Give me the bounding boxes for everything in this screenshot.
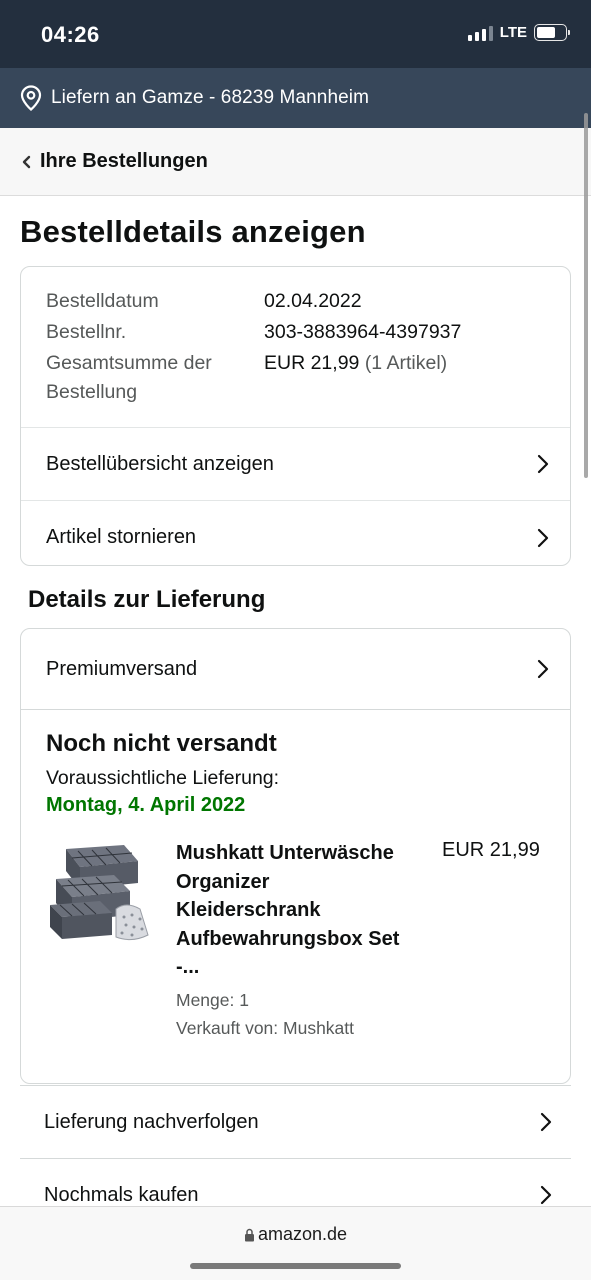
track-delivery-label: Lieferung nachverfolgen [44,1110,259,1133]
order-info-card: Bestelldatum 02.04.2022 Bestellnr. 303-3… [20,266,571,566]
order-total-value: EUR 21,99 [264,352,360,374]
chevron-left-icon [22,155,31,168]
delivery-card: Premiumversand Noch nicht versandt Vorau… [20,628,571,1084]
order-item[interactable]: Mushkatt Unterwäsche Organizer Kleidersc… [46,839,545,1043]
back-link-label[interactable]: Ihre Bestellungen [40,150,208,173]
shipping-method-label: Premiumversand [46,657,198,680]
delivery-location-text: Liefern an Gamze - 68239 Mannheim [51,87,370,108]
lock-icon [244,1228,254,1241]
status-time: 04:26 [41,22,100,47]
page-title: Bestelldetails anzeigen [20,214,366,249]
track-delivery-row[interactable]: Lieferung nachverfolgen [20,1085,571,1158]
location-pin-icon [20,85,42,111]
product-image[interactable] [46,839,154,947]
item-quantity: Menge: 1 [176,989,249,1010]
shipment-block: Noch nicht versandt Voraussichtliche Lie… [21,709,570,1043]
buy-again-label: Nochmals kaufen [44,1183,199,1206]
cancel-items-row[interactable]: Artikel stornieren [21,500,570,565]
scrollbar[interactable] [584,113,588,478]
item-price: EUR 21,99 [442,839,540,861]
order-number-label: Bestellnr. [46,321,127,343]
shipment-status: Noch nicht versandt [46,730,277,757]
chevron-right-icon [537,528,549,547]
chevron-right-icon [540,1112,552,1132]
home-indicator[interactable] [190,1263,401,1269]
cellular-signal-icon [467,25,493,41]
cancel-items-label: Artikel stornieren [46,526,197,548]
order-total-label: Gesamtsumme der Bestellung [46,352,212,403]
expected-delivery-label: Voraussichtliche Lieferung: [46,767,280,789]
delivery-location-bar[interactable]: Liefern an Gamze - 68239 Mannheim [0,68,591,128]
order-total: EUR 21,99 (1 Artikel) [264,349,545,407]
order-date-value: 02.04.2022 [264,290,362,312]
status-bar: 04:26 LTE [0,0,591,68]
order-date-label: Bestelldatum [46,290,159,312]
item-seller: Verkauft von: Mushkatt [176,1018,355,1038]
browser-bottom-bar: amazon.de [0,1206,591,1280]
back-navigation[interactable]: Ihre Bestellungen [0,128,591,196]
order-info-grid: Bestelldatum 02.04.2022 Bestellnr. 303-3… [21,267,570,427]
order-total-items: (1 Artikel) [364,352,448,374]
order-number-value: 303-3883964-4397937 [264,321,462,343]
item-details: Mushkatt Unterwäsche Organizer Kleidersc… [176,839,416,1043]
chevron-right-icon [540,1185,552,1205]
network-type: LTE [499,24,527,41]
url-bar[interactable]: amazon.de [0,1224,591,1245]
shipping-method-row[interactable]: Premiumversand [21,629,570,709]
chevron-right-icon [537,659,549,679]
status-indicators: LTE [467,24,570,41]
expected-delivery-date: Montag, 4. April 2022 [46,794,246,816]
item-title[interactable]: Mushkatt Unterwäsche Organizer Kleidersc… [176,839,416,982]
view-order-summary-row[interactable]: Bestellübersicht anzeigen [21,427,570,500]
battery-icon [534,24,570,41]
delivery-details-heading: Details zur Lieferung [28,586,266,613]
view-order-summary-label: Bestellübersicht anzeigen [46,452,274,475]
chevron-right-icon [537,454,549,474]
url-text: amazon.de [257,1224,348,1244]
